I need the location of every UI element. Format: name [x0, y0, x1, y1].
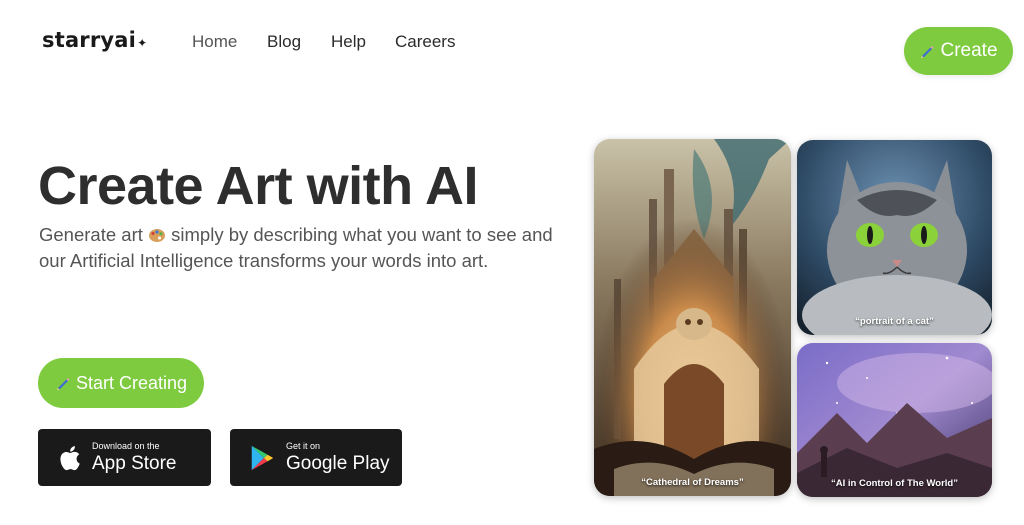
gallery-card-cat[interactable]: “portrait of a cat”	[797, 140, 992, 335]
google-play-small-text: Get it on	[286, 441, 321, 451]
palette-icon	[149, 229, 166, 242]
space-caption: “AI in Control of The World”	[830, 478, 958, 489]
create-button[interactable]: Create	[904, 27, 1013, 75]
subtitle-part1: Generate art	[39, 224, 143, 245]
app-store-label: App Store	[92, 453, 177, 474]
google-play-icon	[251, 445, 273, 470]
apple-icon	[60, 445, 80, 470]
nav-home[interactable]: Home	[192, 32, 237, 52]
pencil-icon	[56, 378, 70, 391]
google-play-label: Google Play	[286, 453, 390, 474]
cat-image	[797, 140, 992, 335]
logo[interactable]: starryai✦	[42, 28, 147, 52]
google-play-button[interactable]: Get it on Google Play	[230, 429, 402, 486]
hero-subtitle: Generate art simply by describing what y…	[39, 222, 579, 274]
cathedral-caption: “Cathedral of Dreams”	[641, 477, 744, 488]
space-image	[797, 343, 992, 497]
create-label: Create	[940, 40, 998, 61]
app-store-button[interactable]: Download on the App Store	[38, 429, 211, 486]
logo-text: starryai	[42, 28, 137, 52]
nav-help[interactable]: Help	[331, 32, 366, 52]
sparkle-icon: ✦	[137, 36, 148, 50]
gallery-card-space[interactable]: “AI in Control of The World”	[797, 343, 992, 497]
start-creating-button[interactable]: Start Creating	[38, 358, 204, 408]
cat-caption: “portrait of a cat”	[855, 316, 934, 327]
page: starryai✦ Home Blog Help Careers Create …	[0, 0, 1024, 525]
pencil-icon	[921, 46, 934, 59]
gallery-card-cathedral[interactable]: “Cathedral of Dreams”	[594, 139, 791, 496]
start-creating-label: Start Creating	[75, 372, 188, 393]
nav-careers[interactable]: Careers	[395, 32, 455, 52]
nav-blog[interactable]: Blog	[267, 32, 301, 52]
page-title: Create Art with AI	[38, 156, 479, 216]
cathedral-image	[594, 139, 791, 496]
app-store-small-text: Download on the	[92, 441, 160, 451]
